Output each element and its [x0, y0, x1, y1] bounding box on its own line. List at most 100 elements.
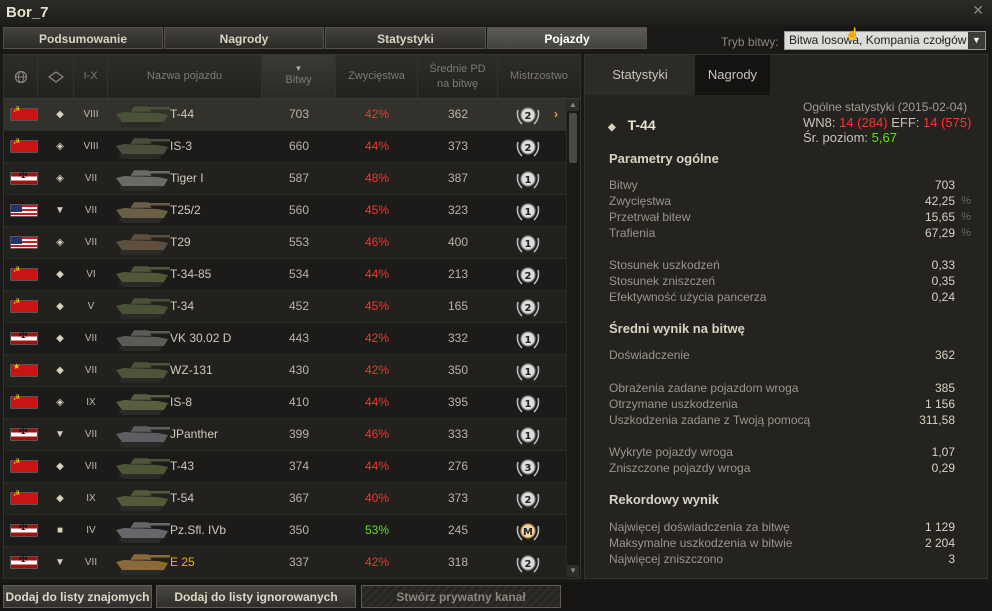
class-filter-header[interactable]: [38, 55, 74, 98]
battles-cell: 430: [288, 363, 310, 377]
tank-icon: [116, 105, 170, 127]
detail-tab-statistics[interactable]: Statystyki: [585, 55, 695, 95]
mastery-badge-icon: 2: [516, 491, 540, 509]
wins-cell: 44%: [364, 395, 390, 409]
tier-cell: VII: [84, 461, 98, 472]
mastery-badge-icon: 3: [516, 459, 540, 477]
table-row[interactable]: ◈ VII T29 553 46% 400 1: [4, 227, 566, 259]
tank-icon: [116, 553, 170, 575]
tier-cell: VII: [84, 205, 98, 216]
mastery-badge-icon: 2: [516, 555, 540, 573]
vehicle-class-icon: ◆: [56, 493, 64, 504]
germany-flag-icon: [10, 522, 38, 537]
table-row[interactable]: ◆ V T-34 452 45% 165 2: [4, 291, 566, 323]
scroll-down-icon[interactable]: ▼: [567, 565, 579, 577]
tier-header[interactable]: I-X: [74, 55, 108, 98]
mastery-level: 3: [525, 463, 532, 474]
battles-header[interactable]: ▼ Bitwy: [262, 55, 336, 98]
stat-value: 3: [948, 552, 955, 566]
table-row[interactable]: ◈ IX IS-8 410 44% 395 1: [4, 387, 566, 419]
battles-cell: 367: [288, 491, 310, 505]
ussr-flag-icon: [10, 393, 38, 409]
tab-summary[interactable]: Podsumowanie: [3, 27, 163, 49]
table-row[interactable]: ◆ VI T-34-85 534 44% 213 2: [4, 259, 566, 291]
avg-xp-cell: 276: [447, 459, 469, 473]
vehicle-class-icon: ◆: [56, 461, 64, 472]
vehicle-class-icon: ▼: [55, 205, 65, 216]
vehicle-name: JPanther: [170, 427, 219, 441]
private-channel-button[interactable]: Stwórz prywatny kanał: [361, 585, 561, 608]
stat-value: 42,25: [924, 194, 955, 208]
avg-xp-cell: 332: [447, 331, 469, 345]
mastery-badge-icon: M: [516, 523, 540, 541]
table-row[interactable]: ◈ VII Tiger I 587 48% 387 1: [4, 163, 566, 195]
eff-label: EFF:: [891, 115, 920, 130]
vehicle-name: IS-8: [170, 395, 193, 409]
avg-xp-cell: 362: [447, 107, 469, 121]
wn8-extra: (284): [857, 115, 888, 130]
stat-value: 0,24: [931, 290, 955, 304]
wins-header[interactable]: Zwycięstwa: [336, 55, 418, 98]
selected-vehicle-title: ◆ T-44: [608, 117, 656, 133]
chevron-down-icon[interactable]: ▼: [968, 32, 985, 49]
stat-value: 0,35: [931, 274, 955, 288]
tier-cell: IV: [86, 525, 96, 536]
tank-icon: [116, 137, 170, 159]
mastery-level: M: [523, 527, 533, 538]
wins-cell: 53%: [364, 523, 390, 537]
avg-tier-value: 5,67: [871, 130, 897, 145]
wn8-label: WN8:: [803, 115, 836, 130]
selected-row-arrow-icon: ›: [554, 107, 558, 121]
scroll-up-icon[interactable]: ▲: [567, 99, 579, 111]
avg-xp-header[interactable]: Średnie PD na bitwę: [418, 55, 498, 98]
add-ignore-button[interactable]: Dodaj do listy ignorowanych: [156, 585, 356, 608]
avg-xp-header-line1: Średnie PD: [429, 62, 486, 75]
usa-flag-icon: [10, 204, 38, 217]
vehicle-class-icon: [47, 70, 64, 83]
table-row[interactable]: ◆ VII T-43 374 44% 276 3: [4, 451, 566, 483]
table-row[interactable]: ■ IV Pz.Sfl. IVb 350 53% 245 M: [4, 515, 566, 547]
scroll-thumb[interactable]: [569, 113, 577, 163]
vehicle-class-icon: ◆: [56, 333, 64, 344]
wins-cell: 42%: [364, 555, 390, 569]
detail-tab-awards[interactable]: Nagrody: [695, 55, 770, 95]
table-row[interactable]: ◈ VIII IS-3 660 44% 373 2: [4, 131, 566, 163]
battle-mode-select[interactable]: Bitwa losowa, Kompania czołgów ▼: [784, 31, 986, 50]
vehicle-table: I-X Nazwa pojazdu ▼ Bitwy Zwycięstwa Śre…: [3, 54, 581, 579]
vehicle-class-icon: ◈: [56, 237, 64, 248]
battles-cell: 553: [288, 235, 310, 249]
stat-value: 0,33: [931, 258, 955, 272]
table-row[interactable]: ▼ VII JPanther 399 46% 333 1: [4, 419, 566, 451]
mastery-header[interactable]: Mistrzostwo: [498, 55, 580, 98]
tank-icon: [116, 489, 170, 511]
stat-value: 311,58: [919, 413, 955, 427]
vehicle-name: Tiger I: [170, 171, 204, 185]
mastery-badge-icon: 1: [516, 171, 540, 189]
table-row[interactable]: ◆ VIII T-44 703 42% 362 2 ›: [4, 99, 566, 131]
selected-vehicle-name: T-44: [627, 117, 656, 133]
mastery-level: 1: [525, 207, 532, 218]
tab-vehicles[interactable]: Pojazdy: [487, 27, 647, 49]
vehicle-name-header[interactable]: Nazwa pojazdu: [108, 55, 262, 98]
avg-xp-cell: 213: [447, 267, 469, 281]
tab-awards[interactable]: Nagrody: [164, 27, 324, 49]
section-records: Rekordowy wynik: [609, 492, 719, 507]
battles-cell: 399: [288, 427, 310, 441]
table-row[interactable]: ▼ VII E 25 337 42% 318 2: [4, 547, 566, 579]
close-icon[interactable]: ✕: [972, 2, 984, 19]
table-scrollbar[interactable]: ▲ ▼: [566, 99, 579, 577]
table-row[interactable]: ◆ VII WZ-131 430 42% 350 1: [4, 355, 566, 387]
tank-icon: [116, 393, 170, 415]
mastery-level: 2: [525, 303, 532, 314]
table-row[interactable]: ◆ VII VK 30.02 D 443 42% 332 1: [4, 323, 566, 355]
table-row[interactable]: ▼ VII T25/2 560 45% 323 1: [4, 195, 566, 227]
stat-unit: %: [961, 227, 971, 239]
tank-icon: [116, 425, 170, 447]
add-friend-button[interactable]: Dodaj do listy znajomych: [3, 585, 152, 608]
tab-statistics[interactable]: Statystyki: [325, 27, 486, 49]
vehicle-class-icon: ▼: [55, 557, 65, 568]
battles-cell: 560: [288, 203, 310, 217]
nation-filter-header[interactable]: [4, 55, 38, 98]
avg-xp-cell: 323: [447, 203, 469, 217]
table-row[interactable]: ◆ IX T-54 367 40% 373 2: [4, 483, 566, 515]
